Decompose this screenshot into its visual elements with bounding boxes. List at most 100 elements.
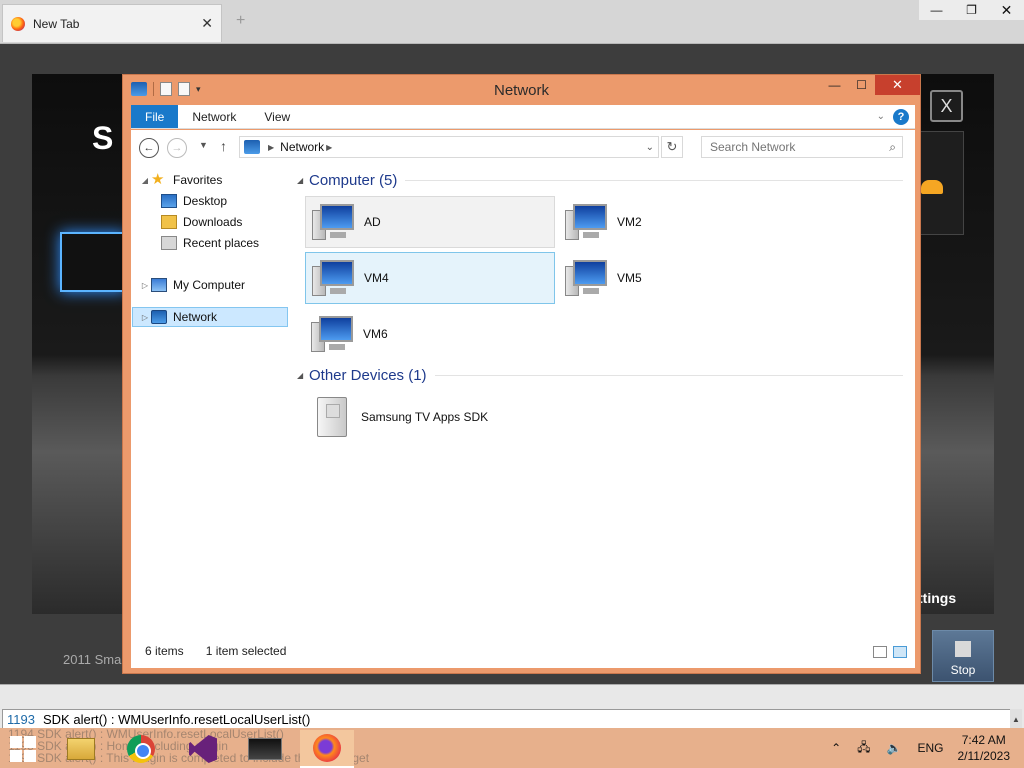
maximize-button[interactable]: ❐: [954, 0, 989, 20]
tab-close-icon[interactable]: ✕: [201, 15, 213, 32]
group-header-computer[interactable]: ◢ Computer (5): [297, 170, 903, 190]
new-tab-button[interactable]: +: [236, 12, 245, 30]
close-button[interactable]: ✕: [989, 0, 1024, 20]
log-message: SDK alert() : WMUserInfo.resetLocalUserL…: [43, 711, 311, 727]
tree-item-desktop[interactable]: Desktop: [161, 191, 227, 211]
taskbar-chrome[interactable]: [114, 730, 168, 768]
recent-places-icon: [161, 236, 177, 250]
tv-icon[interactable]: [60, 232, 126, 292]
computer-tile-vm2[interactable]: VM2: [559, 196, 809, 248]
item-count: 6 items: [145, 644, 184, 658]
chevron-right-icon[interactable]: ▶: [268, 143, 274, 152]
tile-label: Samsung TV Apps SDK: [361, 410, 489, 424]
taskbar-file-explorer[interactable]: [54, 730, 108, 768]
search-input[interactable]: [702, 137, 872, 157]
search-icon[interactable]: ⌕: [889, 140, 896, 155]
explorer-titlebar[interactable]: ▾ Network — ☐ ✕: [123, 75, 920, 105]
chrome-icon: [127, 735, 155, 763]
up-button[interactable]: ↑: [220, 138, 227, 154]
expand-icon[interactable]: ▷: [139, 281, 151, 290]
computer-icon: [151, 278, 167, 292]
computer-icon: [565, 258, 609, 298]
computer-tile-vm5[interactable]: VM5: [559, 252, 809, 304]
tree-item-label: Recent places: [183, 236, 260, 250]
chevron-right-icon[interactable]: ▶: [326, 143, 332, 152]
browser-tab[interactable]: New Tab ✕: [2, 4, 222, 42]
tree-item-label: My Computer: [173, 278, 246, 292]
clock[interactable]: 7:42 AM 2/11/2023: [958, 732, 1011, 764]
minimize-button[interactable]: —: [821, 75, 848, 95]
tree-item-recent-places[interactable]: Recent places: [161, 233, 259, 253]
taskbar-firefox[interactable]: [300, 730, 354, 768]
start-button[interactable]: [10, 736, 36, 762]
stop-button[interactable]: Stop: [932, 630, 994, 682]
tab-file[interactable]: File: [131, 105, 179, 128]
address-dropdown-icon[interactable]: ⌄: [646, 142, 654, 153]
back-button[interactable]: ←: [139, 138, 159, 158]
tab-title: New Tab: [33, 16, 80, 31]
search-box[interactable]: ⌕: [701, 136, 903, 158]
help-icon[interactable]: ?: [893, 109, 909, 125]
tab-view[interactable]: View: [250, 105, 304, 128]
emulator-icon: [248, 738, 282, 760]
navigation-pane: ◢ ★ Favorites Desktop Downloads Recent p…: [131, 164, 291, 634]
recent-locations-icon[interactable]: ▼: [199, 140, 208, 150]
console-line[interactable]: 1193 SDK alert() : WMUserInfo.resetLocal…: [2, 709, 1014, 729]
tile-label: AD: [364, 215, 381, 229]
emulator-logo: S: [92, 120, 114, 156]
maximize-button[interactable]: ☐: [848, 75, 875, 95]
browser-window-controls: — ❐ ✕: [919, 0, 1024, 20]
window-title: Network: [493, 82, 549, 99]
taskbar: 1194 SDK alert() : WMUserInfo.resetLocal…: [0, 728, 1024, 768]
close-button[interactable]: ✕: [875, 75, 920, 95]
collapse-icon[interactable]: ◢: [297, 176, 309, 185]
device-tile-samsung-tv-sdk[interactable]: Samsung TV Apps SDK: [305, 391, 565, 443]
emulator-settings-label[interactable]: ttings: [918, 590, 956, 606]
address-bar[interactable]: ▶ Network ▶ ⌄: [239, 136, 659, 158]
tree-item-my-computer[interactable]: ▷ My Computer: [139, 275, 245, 295]
show-hidden-icons-icon[interactable]: ⌃: [831, 741, 841, 755]
expand-icon[interactable]: ▷: [139, 313, 151, 322]
language-indicator[interactable]: ENG: [917, 741, 943, 755]
computer-tile-vm4[interactable]: VM4: [305, 252, 555, 304]
taskbar-visual-studio[interactable]: [176, 730, 230, 768]
address-segment[interactable]: Network: [280, 140, 324, 154]
tree-item-label: Network: [173, 310, 218, 324]
refresh-button[interactable]: ↻: [661, 136, 683, 158]
forward-button[interactable]: →: [167, 138, 187, 158]
selection-count: 1 item selected: [205, 644, 287, 658]
tile-label: VM4: [364, 271, 389, 285]
tile-label: VM5: [617, 271, 642, 285]
network-status-icon[interactable]: 🖧: [857, 738, 870, 759]
content-pane: ◢ Computer (5) AD VM2 VM4 VM5 VM6 ◢ Othe…: [297, 164, 909, 634]
tree-item-label: Desktop: [183, 194, 228, 208]
collapse-icon[interactable]: ◢: [297, 371, 309, 380]
stop-icon: [955, 641, 971, 657]
group-title: Computer (5): [309, 171, 398, 189]
tab-network[interactable]: Network: [178, 105, 250, 128]
tile-label: VM6: [363, 327, 388, 341]
stop-label: Stop: [950, 663, 976, 677]
group-header-other-devices[interactable]: ◢ Other Devices (1): [297, 365, 903, 385]
scroll-up-icon[interactable]: ▲: [1010, 709, 1022, 729]
computer-tile-vm6[interactable]: VM6: [305, 308, 555, 360]
tree-item-favorites[interactable]: ◢ ★ Favorites: [139, 170, 222, 190]
minimize-button[interactable]: —: [919, 0, 954, 20]
large-icons-view-icon[interactable]: [893, 646, 907, 658]
expand-ribbon-icon[interactable]: ⌄: [871, 105, 891, 128]
status-bar: 6 items 1 item selected: [131, 634, 915, 668]
details-view-icon[interactable]: [873, 646, 887, 658]
computer-tile-ad[interactable]: AD: [305, 196, 555, 248]
tile-label: VM2: [617, 215, 642, 229]
emulator-close-button[interactable]: X: [930, 90, 963, 122]
taskbar-emulator[interactable]: [238, 730, 292, 768]
tree-item-downloads[interactable]: Downloads: [161, 212, 242, 232]
downloads-icon: [161, 215, 177, 229]
collapse-icon[interactable]: ◢: [139, 176, 151, 185]
weather-icon: [921, 180, 943, 194]
divider: [405, 179, 903, 181]
emulator-footer-text: 2011 Sma: [63, 652, 122, 667]
volume-icon[interactable]: 🔈: [887, 741, 902, 755]
tree-item-network[interactable]: ▷ Network: [132, 307, 288, 327]
line-number: 1193: [7, 711, 35, 727]
